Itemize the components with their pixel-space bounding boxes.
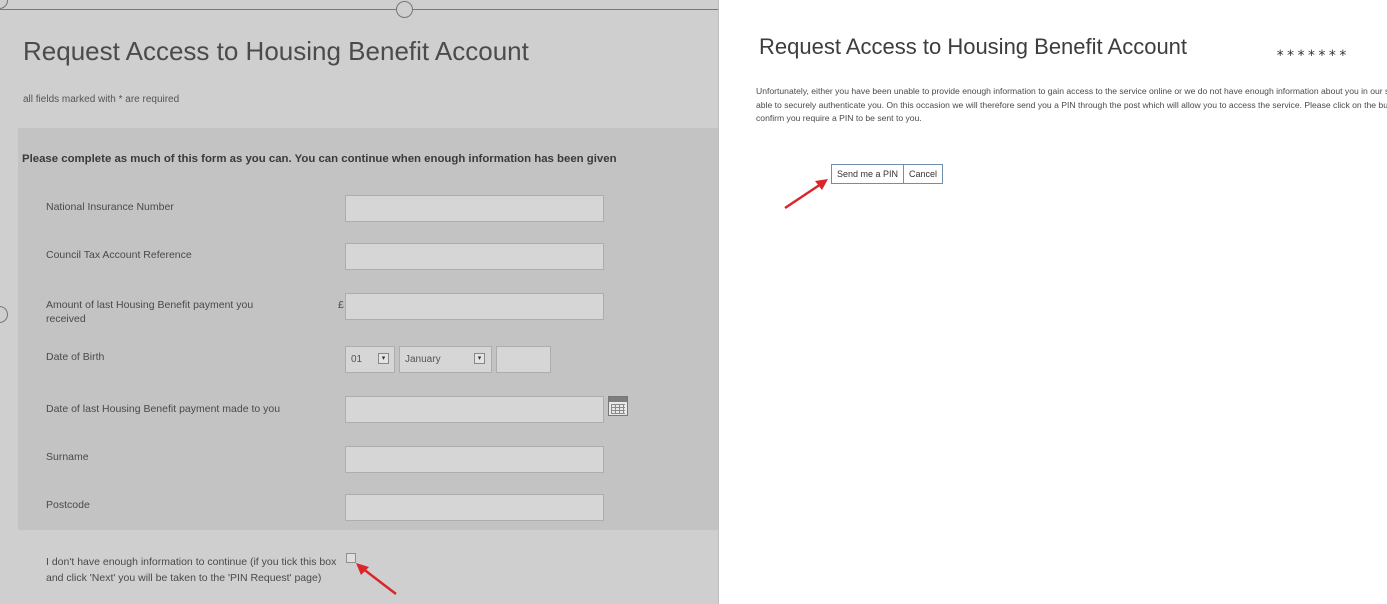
ni-number-input[interactable] xyxy=(345,195,604,222)
page-title: Request Access to Housing Benefit Accoun… xyxy=(23,36,529,66)
cancel-button[interactable]: Cancel xyxy=(904,164,944,184)
annotation-arrow-icon xyxy=(356,563,397,595)
no-info-checkbox-label: I don't have enough information to conti… xyxy=(46,556,337,584)
dropdown-arrow-icon[interactable]: ▾ xyxy=(474,353,485,364)
dob-month-value: January xyxy=(405,354,441,365)
ni-number-label: National Insurance Number xyxy=(46,201,174,213)
dob-year-input[interactable] xyxy=(496,346,551,373)
top-border-line xyxy=(0,9,718,10)
resize-handle-left[interactable] xyxy=(0,306,8,323)
last-payment-amount-input[interactable] xyxy=(345,293,604,320)
send-pin-button[interactable]: Send me a PIN xyxy=(831,164,905,184)
last-payment-amount-label: Amount of last Housing Benefit payment y… xyxy=(46,299,254,325)
last-payment-date-label: Date of last Housing Benefit payment mad… xyxy=(46,403,281,415)
surname-input[interactable] xyxy=(345,446,604,473)
dob-month-select[interactable]: January ▾ xyxy=(399,346,492,373)
dob-day-value: 01 xyxy=(351,354,363,365)
dob-day-select[interactable]: 01 ▾ xyxy=(345,346,395,373)
council-tax-ref-label: Council Tax Account Reference xyxy=(46,249,192,261)
resize-handle-top[interactable] xyxy=(396,1,413,18)
dob-label: Date of Birth xyxy=(46,351,105,363)
pin-message: Unfortunately, either you have been unab… xyxy=(756,86,1387,123)
calendar-icon[interactable] xyxy=(608,396,628,416)
form-screenshot-panel: Request Access to Housing Benefit Accoun… xyxy=(0,0,719,604)
dropdown-arrow-icon[interactable]: ▾ xyxy=(378,353,389,364)
page-title: Request Access to Housing Benefit Accoun… xyxy=(759,34,1188,59)
required-fields-note: all fields marked with * are required xyxy=(23,94,180,105)
council-tax-ref-input[interactable] xyxy=(345,243,604,270)
masked-text: ******* xyxy=(1276,48,1350,64)
button-row: Send me a PIN Cancel xyxy=(831,164,944,184)
last-payment-date-input[interactable] xyxy=(345,396,604,423)
surname-label: Surname xyxy=(46,451,89,463)
postcode-input[interactable] xyxy=(345,494,604,521)
currency-symbol: £ xyxy=(338,299,344,311)
form-instruction: Please complete as much of this form as … xyxy=(22,153,617,165)
postcode-label: Postcode xyxy=(46,499,90,511)
annotation-arrow-icon xyxy=(784,179,828,210)
pin-request-panel: Request Access to Housing Benefit Accoun… xyxy=(719,0,1387,604)
resize-handle-corner[interactable] xyxy=(0,0,8,9)
